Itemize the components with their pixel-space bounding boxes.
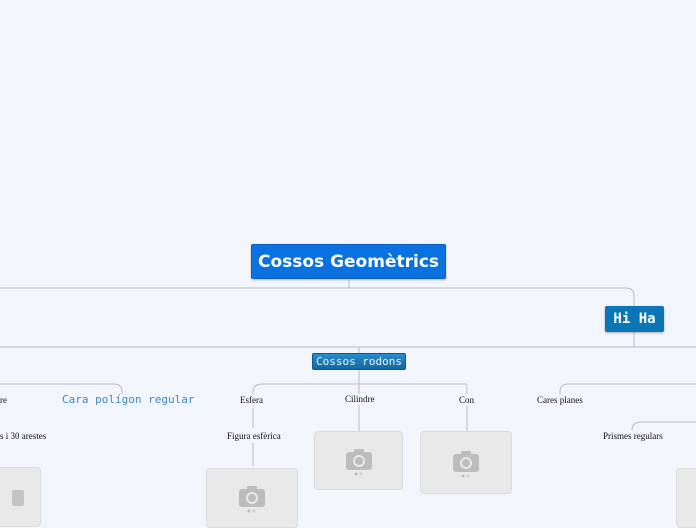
node-partial-re[interactable]: re [0, 395, 7, 405]
root-node-label: Cossos Geomètrics [257, 251, 440, 272]
image-placeholder-cilindre[interactable] [314, 431, 403, 490]
image-placeholder-left[interactable] [0, 467, 41, 527]
image-placeholder-right[interactable] [676, 468, 696, 528]
node-cares-planes[interactable]: Cares planes [537, 395, 583, 405]
branch-node-hi-ha[interactable]: Hi Ha [605, 306, 664, 332]
camera-icon [453, 450, 479, 477]
camera-icon [239, 486, 265, 513]
node-figura-esferica[interactable]: Figura esfèrica [227, 431, 281, 441]
node-cara-poligon-regular[interactable]: Cara polígon regular [62, 393, 194, 406]
node-partial-arestes[interactable]: s i 30 arestes [0, 431, 46, 441]
node-prismes-regulars[interactable]: Prismes regulars [603, 431, 663, 441]
node-esfera[interactable]: Esfera [240, 395, 263, 405]
camera-icon [345, 448, 372, 475]
node-con[interactable]: Con [459, 395, 474, 405]
branch-node-cossos-rodons[interactable]: Cossos rodons [312, 353, 406, 370]
branch-node-hi-ha-label: Hi Ha [613, 311, 656, 327]
image-placeholder-con[interactable] [420, 431, 512, 494]
camera-icon [12, 490, 24, 506]
root-node[interactable]: Cossos Geomètrics [251, 244, 446, 279]
branch-node-cossos-rodons-label: Cossos rodons [315, 355, 403, 368]
node-cilindre[interactable]: Cilindre [345, 394, 375, 404]
image-placeholder-esfera[interactable] [206, 468, 298, 528]
